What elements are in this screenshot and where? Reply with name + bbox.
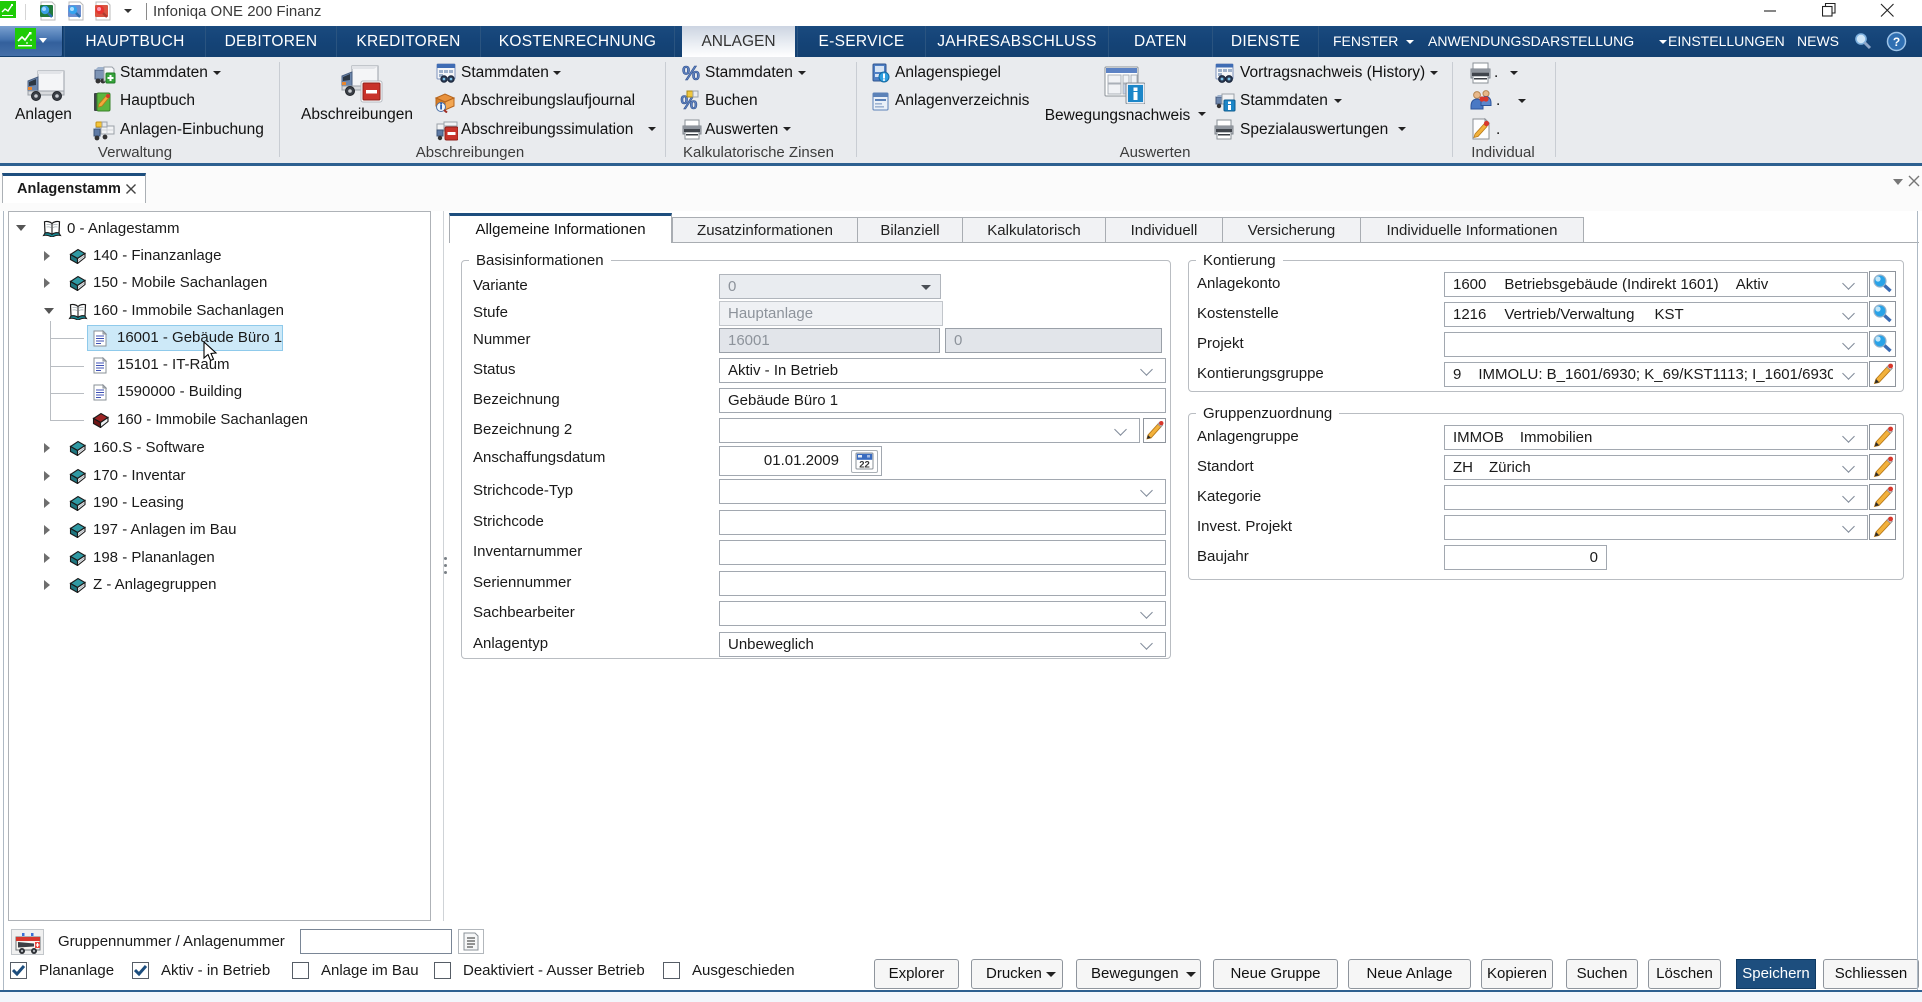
- svg-text:?: ?: [1893, 35, 1900, 49]
- svg-text:22: 22: [859, 460, 870, 471]
- svg-text:%: %: [682, 63, 700, 83]
